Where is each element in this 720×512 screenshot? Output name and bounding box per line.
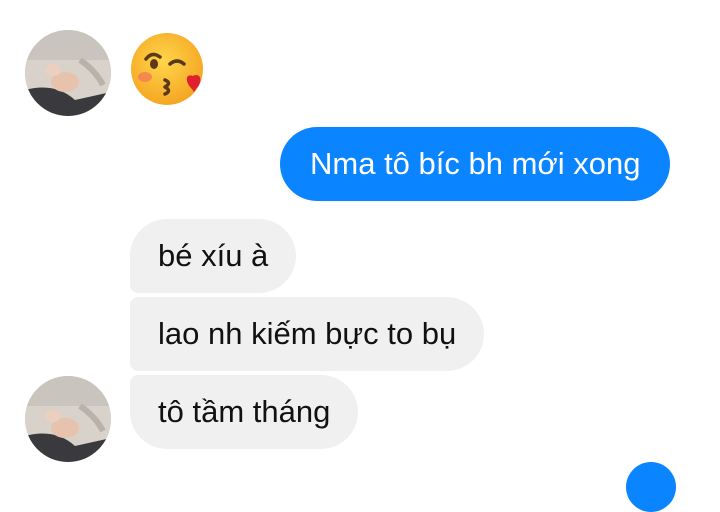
avatar-photo xyxy=(25,30,111,116)
contact-avatar[interactable] xyxy=(25,30,111,116)
incoming-message-bubble[interactable]: lao nh kiếm bực to bụ xyxy=(130,297,485,371)
avatar-photo xyxy=(25,376,111,462)
outgoing-message-bubble[interactable]: Nma tô bíc bh mới xong xyxy=(280,127,671,201)
contact-avatar[interactable] xyxy=(25,376,111,462)
incoming-message-bubble[interactable]: tô tầm tháng xyxy=(130,375,359,449)
incoming-message-bubble[interactable]: bé xíu à xyxy=(130,219,297,293)
face-blowing-kiss-emoji xyxy=(130,31,210,107)
